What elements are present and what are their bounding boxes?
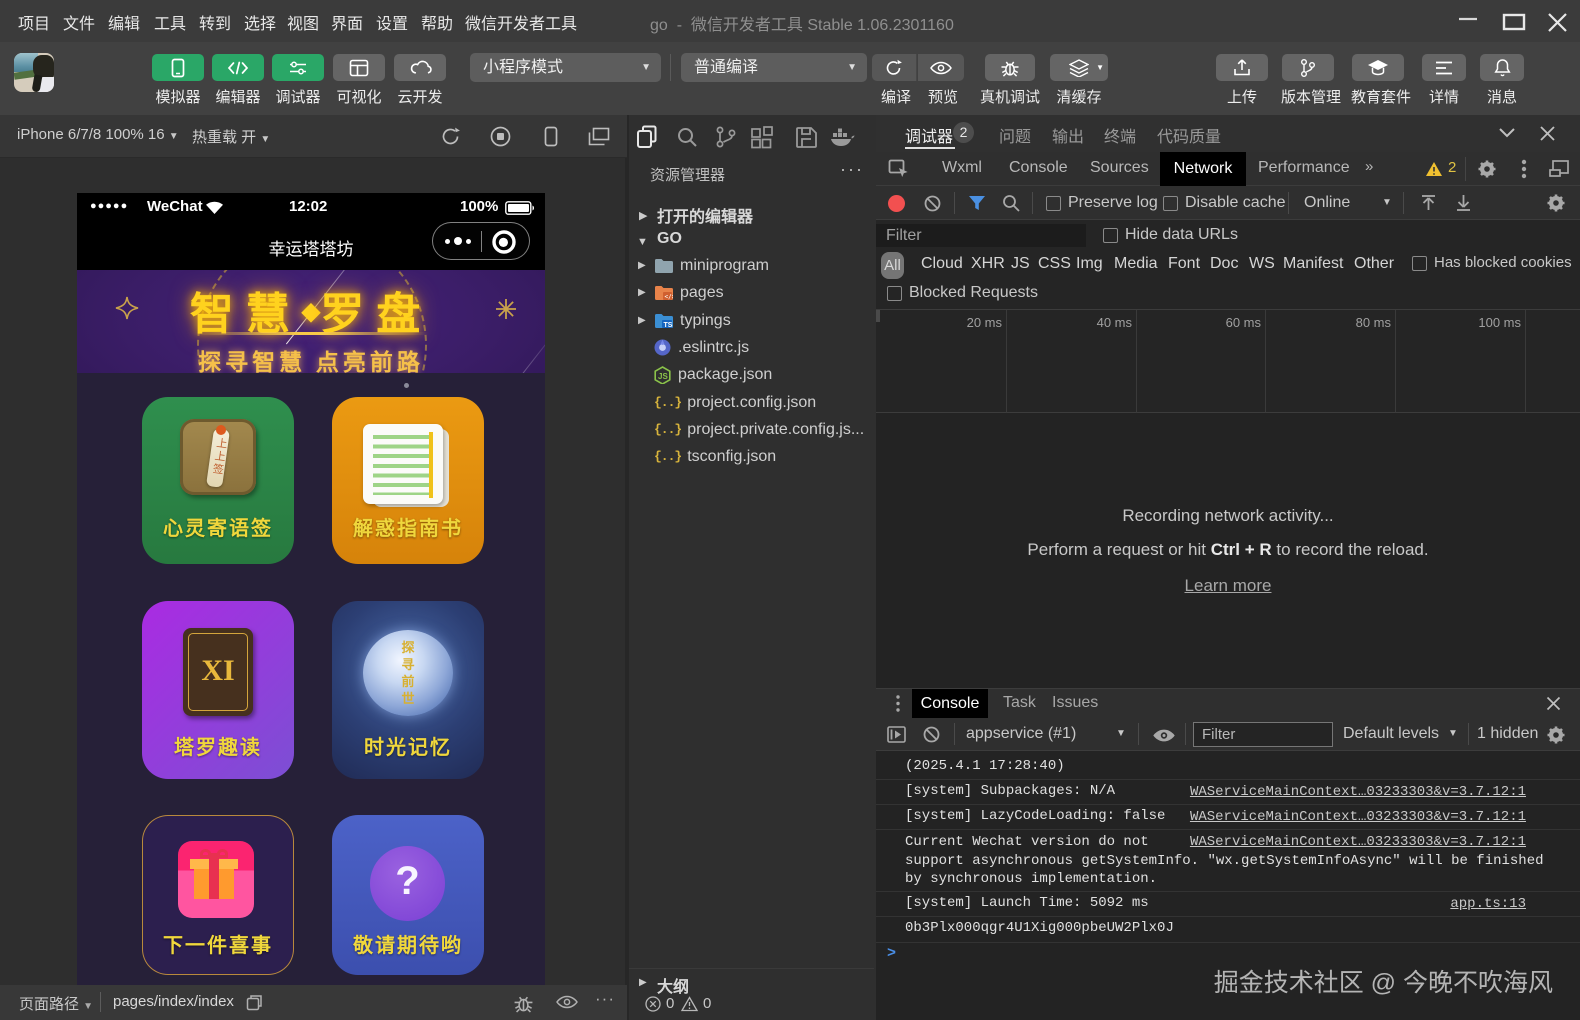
- svg-text:</>: </>: [665, 293, 674, 300]
- svg-text:TS: TS: [664, 321, 673, 328]
- svg-text:JS: JS: [658, 372, 668, 381]
